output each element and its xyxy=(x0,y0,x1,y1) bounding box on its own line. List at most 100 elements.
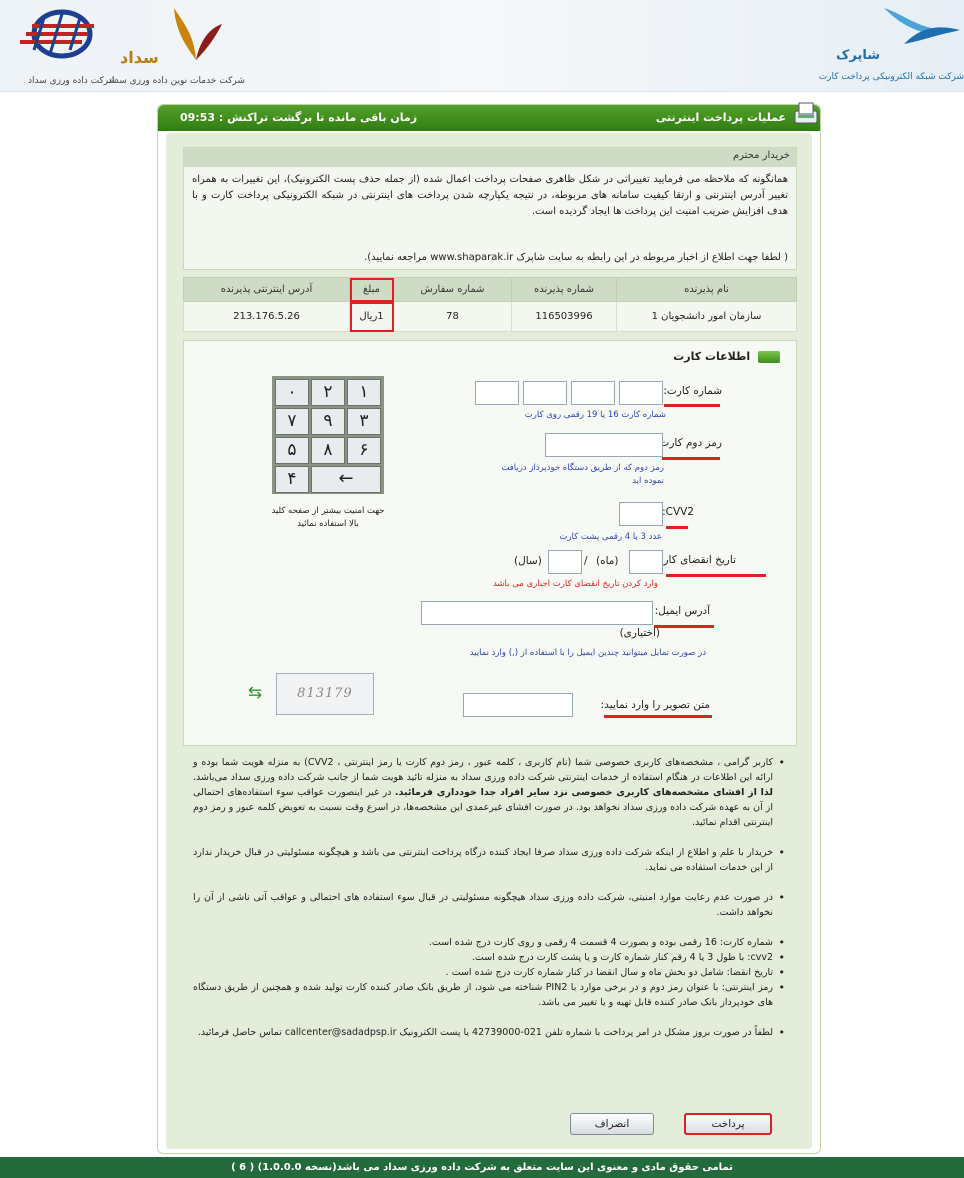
order-number: 78 xyxy=(393,301,512,332)
site-header: شرکت داده ورزی سداد سداد شرکت خدمات نوین… xyxy=(0,0,964,92)
th-merchant-name: نام پذیرنده xyxy=(616,277,797,302)
keypad-key[interactable]: ۶ xyxy=(347,437,381,464)
rules-section: کاربر گرامی ، مشخصه‌های کاربری خصوصی شما… xyxy=(183,755,797,1085)
expiry-underline xyxy=(666,574,766,577)
card-number-underline xyxy=(664,404,720,407)
payment-titlebar: عملیات پرداخت اینترنتی زمان باقی مانده ت… xyxy=(158,102,820,131)
refresh-captcha-icon[interactable]: ⇆ xyxy=(244,683,266,703)
keypad-key[interactable]: ۷ xyxy=(275,408,309,435)
shaparak-name: شاپرک xyxy=(836,48,880,63)
captcha-underline xyxy=(604,715,712,718)
pin2-underline xyxy=(662,457,720,460)
captcha-input[interactable] xyxy=(463,693,573,717)
card-number-part-1[interactable] xyxy=(619,381,663,405)
timer-label: زمان باقی مانده تا برگشت تراکنش : xyxy=(218,111,418,124)
notice-heading: خریدار محترم xyxy=(184,148,796,167)
email-input[interactable] xyxy=(421,601,653,625)
expiry-year-input[interactable] xyxy=(548,550,582,574)
card-info-title: اطلاعات کارت xyxy=(673,350,780,363)
page-title: عملیات پرداخت اینترنتی xyxy=(655,111,786,124)
list-item: در صورت عدم رعایت موارد امنیتی، شرکت داد… xyxy=(193,890,785,920)
shaparak-logo-icon xyxy=(884,8,960,44)
card-number-part-2[interactable] xyxy=(571,381,615,405)
cvv2-hint: عدد 3 یا 4 رقمی پشت کارت xyxy=(559,532,662,542)
keypad-key[interactable]: ۴ xyxy=(275,466,309,493)
card-number-part-3[interactable] xyxy=(523,381,567,405)
card-number-label: شماره کارت: xyxy=(663,385,722,397)
card-icon xyxy=(758,351,780,363)
timer: زمان باقی مانده تا برگشت تراکنش : 09:53 xyxy=(180,111,417,124)
sadad-logo: سداد شرکت خدمات نوین داده ورزی سداد xyxy=(108,4,258,88)
list-item: رمز اینترنتی: با عنوان رمز دوم و در برخی… xyxy=(193,980,785,1010)
captcha-label: متن تصویر را وارد نمایید: xyxy=(600,699,710,711)
expiry-hint: وارد کردن تاریخ انقضای کارت اجباری می با… xyxy=(492,579,658,589)
timer-value: 09:53 xyxy=(180,111,216,124)
keypad-key[interactable]: ۱ xyxy=(347,379,381,406)
th-merchant-ip: آدرس اینترنتی پذیرنده xyxy=(183,277,350,302)
keypad-key[interactable]: ۹ xyxy=(311,408,345,435)
card-info-panel: اطلاعات کارت شماره کارت: شماره کارت 16 ی… xyxy=(183,340,797,746)
email-optional: (اختیاری) xyxy=(619,627,660,639)
email-underline xyxy=(654,625,714,628)
merchant-table: نام پذیرنده شماره پذیرنده شماره سفارش مب… xyxy=(183,277,797,332)
keypad-key[interactable]: ۸ xyxy=(311,437,345,464)
notice-body: همانگونه که ملاحظه می فرمایید تغییراتی د… xyxy=(192,174,788,217)
cancel-button[interactable]: انصراف xyxy=(570,1113,654,1135)
merchant-ip: 213.176.5.26 xyxy=(183,301,350,332)
table-row: سازمان امور دانشجویان 1 116503996 78 1ری… xyxy=(183,301,797,332)
list-item: شماره کارت: 16 رقمی بوده و بصورت 4 قسمت … xyxy=(193,935,785,950)
rules-list: کاربر گرامی ، مشخصه‌های کاربری خصوصی شما… xyxy=(183,755,797,1040)
datavarzi-caption: شرکت داده ورزی سداد xyxy=(28,76,117,86)
list-item: تاریخ انقضا: شامل دو بخش ماه و سال انقضا… xyxy=(193,965,785,980)
list-item: کاربر گرامی ، مشخصه‌های کاربری خصوصی شما… xyxy=(193,755,785,830)
list-item: لطفاً در صورت بروز مشکل در امر پرداخت با… xyxy=(193,1025,785,1040)
site-footer: تمامی حقوق مادی و معنوی این سایت متعلق ب… xyxy=(0,1157,964,1178)
sadad-caption: شرکت خدمات نوین داده ورزی سداد xyxy=(108,76,245,86)
cvv2-input[interactable] xyxy=(619,502,663,526)
th-order-number: شماره سفارش xyxy=(393,277,512,302)
sadad-name: سداد xyxy=(120,48,159,67)
expiry-month-input[interactable] xyxy=(629,550,663,574)
datavarzi-logo: شرکت داده ورزی سداد xyxy=(4,4,117,88)
captcha-image: 813179 xyxy=(276,673,374,715)
keypad-key[interactable]: ۲ xyxy=(311,379,345,406)
rule-1-bold: لذا از افشای مشخصه‌های کاربری خصوصی نزد … xyxy=(394,787,773,798)
keypad-key[interactable]: ۳ xyxy=(347,408,381,435)
cvv2-label: CVV2: xyxy=(662,506,694,518)
list-item: خریدار با علم و اطلاع از اینکه شرکت داده… xyxy=(193,845,785,875)
email-label: آدرس ایمیل: xyxy=(654,605,710,617)
datavarzi-logo-icon xyxy=(20,9,94,59)
pin2-hint: رمز دوم که از طریق دستگاه خودپرداز دریاف… xyxy=(501,463,664,486)
expiry-year-caption: (سال) xyxy=(514,555,542,567)
th-amount: مبلغ xyxy=(349,277,394,302)
keypad-key[interactable]: ۰ xyxy=(275,379,309,406)
cvv2-underline xyxy=(666,526,688,529)
keypad-note: جهت امنیت بیشتر از صفحه کلید بالا استفاد… xyxy=(271,506,385,529)
sadad-logo-icon xyxy=(174,8,222,60)
merchant-number: 116503996 xyxy=(511,301,617,332)
card-info-title-text: اطلاعات کارت xyxy=(673,350,751,363)
rule-1-text: کاربر گرامی ، مشخصه‌های کاربری خصوصی شما… xyxy=(193,757,773,783)
virtual-keypad: ۰ ۲ ۱ ۷ ۹ ۳ ۵ ۸ ۶ ۴ ← xyxy=(272,376,384,494)
merchant-name: سازمان امور دانشجویان 1 xyxy=(616,301,797,332)
pin2-label: رمز دوم کارت: xyxy=(655,437,722,449)
keypad-backspace-key[interactable]: ← xyxy=(311,466,381,493)
pin2-input[interactable] xyxy=(545,433,663,457)
payment-container: عملیات پرداخت اینترنتی زمان باقی مانده ت… xyxy=(157,102,821,1154)
notice-box: خریدار محترم همانگونه که ملاحظه می فرمای… xyxy=(183,147,797,270)
expiry-month-caption: (ماه) xyxy=(596,555,619,567)
shaparak-caption: شرکت شبکه الکترونیکی پرداخت کارت xyxy=(818,72,964,82)
card-reader-icon xyxy=(792,99,820,129)
pay-button[interactable]: پرداخت xyxy=(684,1113,772,1135)
shaparak-logo: شاپرک شرکت شبکه الکترونیکی پرداخت کارت xyxy=(819,4,964,88)
expiry-separator: / xyxy=(584,555,588,567)
notice-footer: ( لطفا جهت اطلاع از اخبار مربوطه در این … xyxy=(364,252,788,263)
amount: 1ریال xyxy=(349,301,394,332)
card-number-hint: شماره کارت 16 یا 19 رقمی روی کارت xyxy=(524,410,666,420)
th-merchant-number: شماره پذیرنده xyxy=(511,277,617,302)
table-header-row: نام پذیرنده شماره پذیرنده شماره سفارش مب… xyxy=(183,277,797,302)
card-number-part-4[interactable] xyxy=(475,381,519,405)
email-hint: در صورت تمایل میتوانید چندین ایمیل را با… xyxy=(469,648,706,658)
keypad-key[interactable]: ۵ xyxy=(275,437,309,464)
list-item: cvv2: با طول 3 یا 4 رقم کنار شماره کارت … xyxy=(193,950,785,965)
